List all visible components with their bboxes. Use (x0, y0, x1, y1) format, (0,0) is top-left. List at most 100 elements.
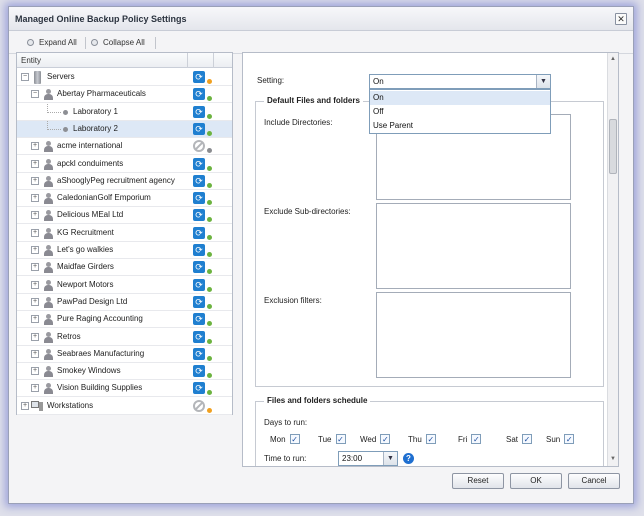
expand-icon[interactable]: + (31, 263, 39, 272)
day-checkbox[interactable]: ✓ (289, 434, 300, 444)
expand-icon[interactable]: + (31, 297, 39, 306)
close-button[interactable]: ✕ (615, 13, 627, 25)
sync-icon[interactable]: ⟳ (193, 105, 205, 118)
expand-all-button[interactable]: Expand All (27, 38, 77, 47)
option-off[interactable]: Off (370, 105, 550, 119)
expand-icon[interactable]: + (31, 211, 39, 220)
sync-icon[interactable]: ⟳ (193, 157, 205, 170)
tree-node-label: Servers (47, 72, 75, 81)
settings-scrollbar[interactable]: ▲ ▼ (607, 53, 618, 466)
tree-row[interactable]: + Let's go walkies ⟳ (17, 242, 232, 259)
expand-icon[interactable]: + (31, 194, 39, 203)
day-option[interactable]: Sat ✓ (506, 434, 533, 444)
tree-row[interactable]: + Delicious MEal Ltd ⟳ (17, 207, 232, 225)
day-checkbox[interactable]: ✓ (471, 434, 482, 444)
user-icon (43, 245, 53, 256)
tree-row[interactable]: + CaledonianGolf Emporium ⟳ (17, 190, 232, 208)
expand-icon[interactable]: + (31, 280, 39, 289)
time-select[interactable]: 23:00 ▼ (338, 451, 398, 466)
disabled-icon[interactable] (193, 140, 205, 153)
expand-icon[interactable]: + (21, 401, 29, 410)
workstation-icon (31, 400, 43, 411)
tree-row[interactable]: + Workstations (17, 398, 232, 415)
help-icon[interactable]: ? (403, 453, 414, 464)
tree-row[interactable]: + Newport Motors ⟳ (17, 277, 232, 294)
sync-icon[interactable]: ⟳ (193, 226, 205, 239)
expand-icon[interactable]: + (31, 384, 39, 393)
disabled-icon[interactable] (193, 399, 205, 412)
days-to-run-label: Days to run: (264, 418, 308, 427)
day-checkbox[interactable]: ✓ (335, 434, 346, 444)
scroll-up-icon[interactable]: ▲ (609, 55, 617, 63)
expand-icon[interactable]: + (31, 349, 39, 358)
day-option[interactable]: Fri ✓ (458, 434, 482, 444)
scroll-thumb[interactable] (609, 119, 617, 174)
option-use-parent[interactable]: Use Parent (370, 119, 550, 133)
tree-row[interactable]: Laboratory 1 ⟳ (17, 103, 232, 121)
schedule-legend: Files and folders schedule (264, 396, 371, 405)
sync-icon[interactable]: ⟳ (193, 122, 205, 135)
tree-row[interactable]: + aShooglyPeg recruitment agency ⟳ (17, 173, 232, 190)
tree-row[interactable]: + Vision Building Supplies ⟳ (17, 380, 232, 398)
chevron-down-icon[interactable]: ▼ (383, 452, 397, 465)
collapse-icon[interactable]: − (31, 90, 39, 99)
exclusion-filters-field[interactable] (376, 292, 571, 378)
expand-icon[interactable]: + (31, 246, 39, 254)
user-icon (43, 158, 53, 170)
sync-icon[interactable]: ⟳ (193, 174, 205, 187)
node-bullet-icon (63, 109, 68, 115)
collapse-all-button[interactable]: Collapse All (91, 38, 145, 47)
setting-select[interactable]: On ▼ (369, 74, 551, 89)
tree-row[interactable]: + PawPad Design Ltd ⟳ (17, 294, 232, 311)
day-option[interactable]: Tue ✓ (318, 434, 346, 444)
expand-icon[interactable]: + (31, 142, 39, 151)
tree-row[interactable]: + apckl conduiments ⟳ (17, 156, 232, 173)
collapse-icon[interactable]: − (21, 73, 29, 81)
chevron-down-icon[interactable]: ▼ (536, 75, 550, 88)
tree-row[interactable]: + Pure Raging Accounting ⟳ (17, 311, 232, 329)
tree-row[interactable]: − Servers ⟳ (17, 69, 232, 86)
day-checkbox[interactable]: ✓ (564, 434, 575, 444)
expand-icon[interactable]: + (31, 228, 39, 237)
expand-icon[interactable]: + (31, 367, 39, 376)
day-checkbox[interactable]: ✓ (380, 434, 391, 444)
scroll-down-icon[interactable]: ▼ (609, 455, 617, 463)
tree-row[interactable]: + acme international (17, 138, 232, 156)
sync-icon[interactable]: ⟳ (193, 192, 205, 205)
expand-icon[interactable]: + (31, 332, 39, 341)
sync-icon[interactable]: ⟳ (193, 382, 205, 395)
expand-icon[interactable]: + (31, 176, 39, 185)
day-option[interactable]: Mon ✓ (270, 434, 300, 444)
sync-icon[interactable]: ⟳ (193, 295, 205, 308)
exclude-subdirectories-field[interactable] (376, 203, 571, 289)
tree-row[interactable]: + KG Recruitment ⟳ (17, 225, 232, 242)
tree-row[interactable]: + Retros ⟳ (17, 329, 232, 346)
sync-icon[interactable]: ⟳ (193, 278, 205, 291)
sync-icon[interactable]: ⟳ (193, 71, 205, 83)
sync-icon[interactable]: ⟳ (193, 261, 205, 274)
sync-icon[interactable]: ⟳ (193, 330, 205, 343)
tree-node-label: Delicious MEal Ltd (57, 210, 124, 220)
tree-row[interactable]: + Maidfae Girders ⟳ (17, 259, 232, 277)
tree-row[interactable]: − Abertay Pharmaceuticals ⟳ (17, 86, 232, 104)
expand-icon[interactable]: + (31, 159, 39, 168)
tree-row[interactable]: + Smokey Windows ⟳ (17, 363, 232, 381)
tree-row[interactable]: + Seabraes Manufacturing ⟳ (17, 346, 232, 363)
sync-icon[interactable]: ⟳ (193, 209, 205, 222)
cancel-button[interactable]: Cancel (568, 473, 620, 489)
expand-icon[interactable]: + (31, 315, 39, 324)
day-checkbox[interactable]: ✓ (522, 434, 533, 444)
day-option[interactable]: Thu ✓ (408, 434, 436, 444)
day-option[interactable]: Wed ✓ (360, 434, 391, 444)
option-on[interactable]: On (370, 91, 550, 105)
sync-icon[interactable]: ⟳ (193, 365, 205, 378)
ok-button[interactable]: OK (510, 473, 562, 489)
sync-icon[interactable]: ⟳ (193, 244, 205, 256)
reset-button[interactable]: Reset (452, 473, 504, 489)
day-option[interactable]: Sun ✓ (546, 434, 575, 444)
tree-row[interactable]: Laboratory 2 ⟳ (17, 120, 232, 138)
sync-icon[interactable]: ⟳ (193, 88, 205, 101)
sync-icon[interactable]: ⟳ (193, 313, 205, 326)
day-checkbox[interactable]: ✓ (425, 434, 436, 444)
sync-icon[interactable]: ⟳ (193, 347, 205, 360)
